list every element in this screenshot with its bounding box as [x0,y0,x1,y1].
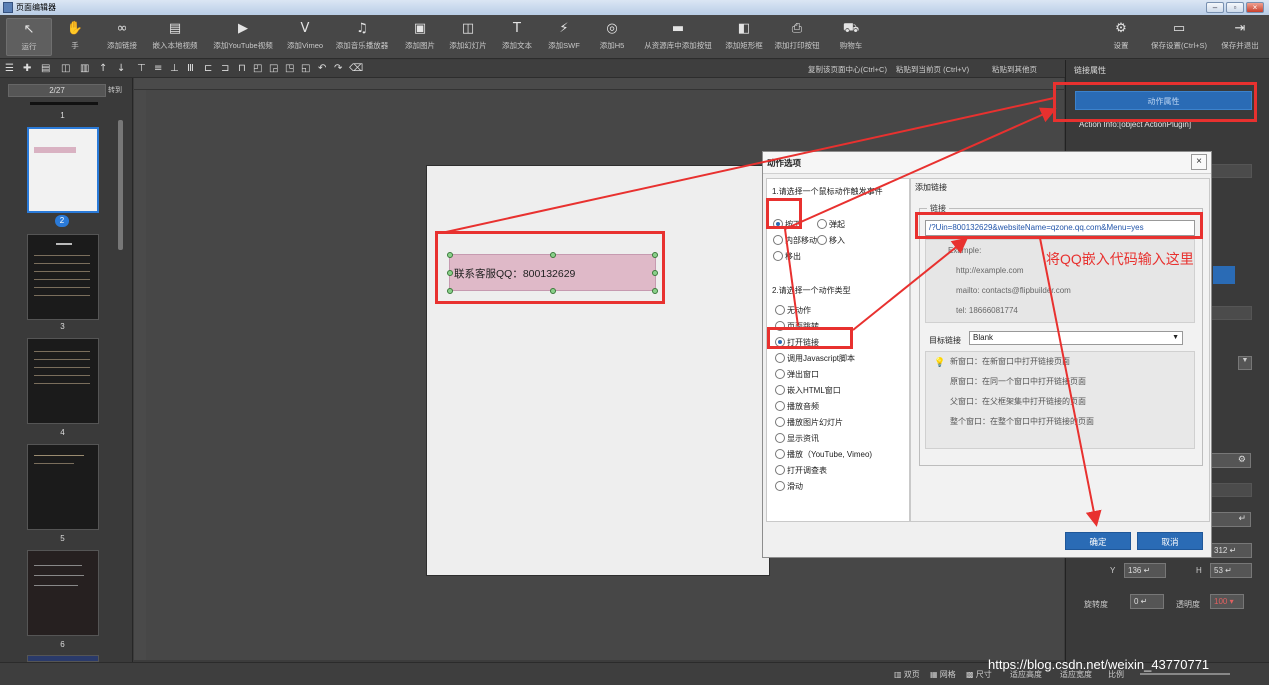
grid-toggle[interactable]: ▦ 网格 [930,669,956,680]
double-page-toggle[interactable]: ▥ 双页 [894,669,920,680]
annotation-arrow [784,228,799,327]
annotation-arrow [445,97,1055,233]
watermark: https://blog.csdn.net/weixin_43770771 [988,657,1210,672]
annotation-arrow [852,237,969,331]
zoom-slider[interactable] [1140,673,1230,675]
annotation-arrow [1039,237,1102,527]
annotation-arrows [445,97,1102,527]
